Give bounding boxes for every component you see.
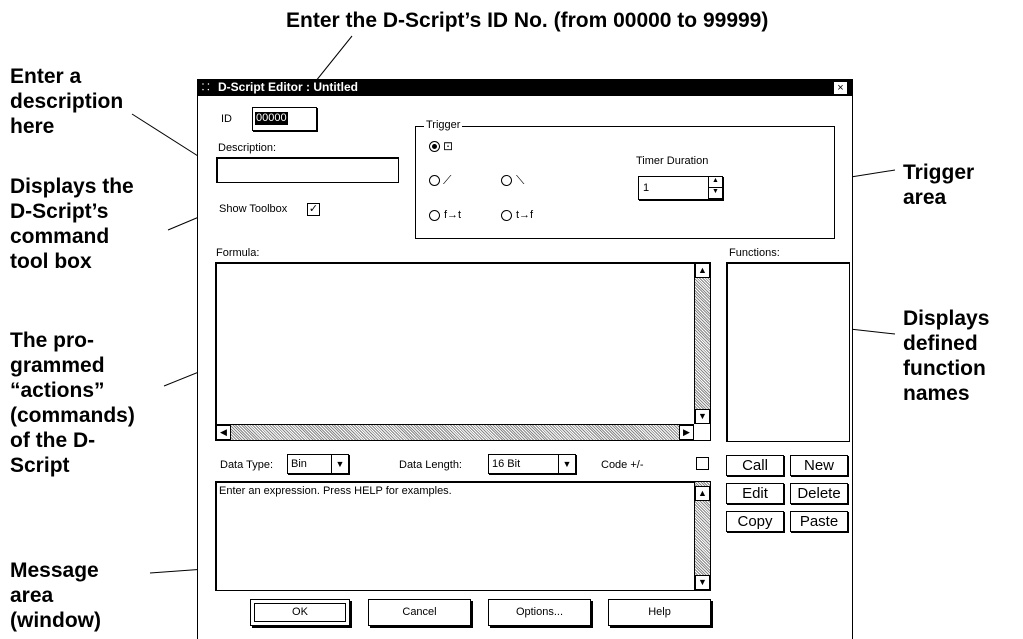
scroll-up-icon[interactable]: ▲ xyxy=(695,263,710,278)
show-toolbox-label: Show Toolbox xyxy=(219,203,288,215)
message-text: Enter an expression. Press HELP for exam… xyxy=(219,485,452,497)
timer-duration-value: 1 xyxy=(643,182,650,194)
data-length-value: 16 Bit xyxy=(492,458,521,470)
trigger-rise-radio[interactable] xyxy=(429,175,440,186)
code-sign-checkbox[interactable] xyxy=(696,457,709,470)
call-button[interactable]: Call xyxy=(726,455,784,476)
trigger-annotation: Trigger area xyxy=(903,161,975,209)
ok-button[interactable]: OK xyxy=(250,599,350,626)
app-icon: ⸬ xyxy=(202,82,210,92)
true-to-false-icon: t→f xyxy=(516,209,534,221)
scroll-left-icon[interactable]: ◀ xyxy=(216,425,231,440)
scroll-down-icon[interactable]: ▼ xyxy=(695,575,710,590)
close-icon[interactable]: × xyxy=(833,81,848,95)
id-label: ID xyxy=(221,113,232,125)
toolbox-annotation: Displays the D-Script’s command tool box xyxy=(10,175,134,273)
help-button[interactable]: Help xyxy=(608,599,711,626)
chevron-down-icon[interactable]: ▼ xyxy=(558,455,575,473)
chevron-down-icon[interactable]: ▼ xyxy=(331,455,348,473)
options-button-label: Options... xyxy=(515,606,564,618)
false-to-true-icon: f→t xyxy=(444,209,462,221)
trigger-fall-radio[interactable] xyxy=(501,175,512,186)
description-label: Description: xyxy=(218,142,277,154)
formula-annotation: The pro- grammed “actions” (commands) of… xyxy=(10,329,135,477)
data-length-label: Data Length: xyxy=(399,459,462,471)
data-type-value: Bin xyxy=(291,458,307,470)
trigger-f2t-radio[interactable] xyxy=(429,210,440,221)
help-button-label: Help xyxy=(648,606,671,618)
rising-edge-icon: ⟋ xyxy=(443,173,452,187)
timer-duration-spinner[interactable]: ▲ ▼ xyxy=(708,177,722,199)
description-input[interactable] xyxy=(216,157,399,183)
data-length-select[interactable]: 16 Bit ▼ xyxy=(488,454,576,474)
dscript-editor-dialog: ⸬ D-Script Editor : Untitled × ID 00000 … xyxy=(197,79,853,639)
show-toolbox-checkbox[interactable]: ✓ xyxy=(307,203,320,216)
formula-horizontal-scrollbar[interactable]: ◀ ▶ xyxy=(216,424,694,440)
message-area: Enter an expression. Press HELP for exam… xyxy=(215,481,711,591)
trigger-legend: Trigger xyxy=(424,119,463,132)
title-bar[interactable]: ⸬ D-Script Editor : Untitled × xyxy=(198,79,852,96)
message-vertical-scrollbar[interactable]: ▲ ▼ xyxy=(694,482,710,590)
code-sign-label: Code +/- xyxy=(601,459,644,471)
formula-vertical-scrollbar[interactable]: ▲ ▼ xyxy=(694,263,710,424)
functions-label: Functions: xyxy=(729,247,780,259)
scroll-down-icon[interactable]: ▼ xyxy=(695,409,710,424)
new-button[interactable]: New xyxy=(790,455,848,476)
timer-trigger-icon: ⊡ xyxy=(443,139,454,153)
id-value: 00000 xyxy=(255,112,288,125)
paste-button[interactable]: Paste xyxy=(790,511,848,532)
dialog-title: D-Script Editor : Untitled xyxy=(218,80,358,94)
options-button[interactable]: Options... xyxy=(488,599,591,626)
timer-duration-input[interactable]: 1 ▲ ▼ xyxy=(638,176,723,200)
id-annotation: Enter the D-Script’s ID No. (from 00000 … xyxy=(286,9,769,32)
id-input[interactable]: 00000 xyxy=(252,107,317,131)
scroll-up-icon[interactable]: ▲ xyxy=(695,486,710,501)
data-type-label: Data Type: xyxy=(220,459,273,471)
delete-button[interactable]: Delete xyxy=(790,483,848,504)
formula-label: Formula: xyxy=(216,247,260,259)
timer-duration-label: Timer Duration xyxy=(636,155,709,167)
data-type-select[interactable]: Bin ▼ xyxy=(287,454,349,474)
ok-button-label: OK xyxy=(292,606,308,618)
message-annotation: Message area (window) xyxy=(10,559,101,632)
cancel-button[interactable]: Cancel xyxy=(368,599,471,626)
falling-edge-icon: ⟍ xyxy=(516,173,525,187)
functions-list[interactable] xyxy=(726,262,850,442)
trigger-timer-radio[interactable] xyxy=(429,141,440,152)
copy-button[interactable]: Copy xyxy=(726,511,784,532)
description-annotation: Enter a description here xyxy=(10,65,124,138)
formula-editor[interactable]: ▲ ▼ ◀ ▶ xyxy=(215,262,711,441)
cancel-button-label: Cancel xyxy=(402,606,437,618)
trigger-t2f-radio[interactable] xyxy=(501,210,512,221)
scroll-right-icon[interactable]: ▶ xyxy=(679,425,694,440)
edit-button[interactable]: Edit xyxy=(726,483,784,504)
functions-annotation: Displays defined function names xyxy=(903,307,990,405)
trigger-group: Trigger ⊡ ⟋ ⟍ f→t t→f Timer Duration 1 ▲… xyxy=(415,119,835,239)
